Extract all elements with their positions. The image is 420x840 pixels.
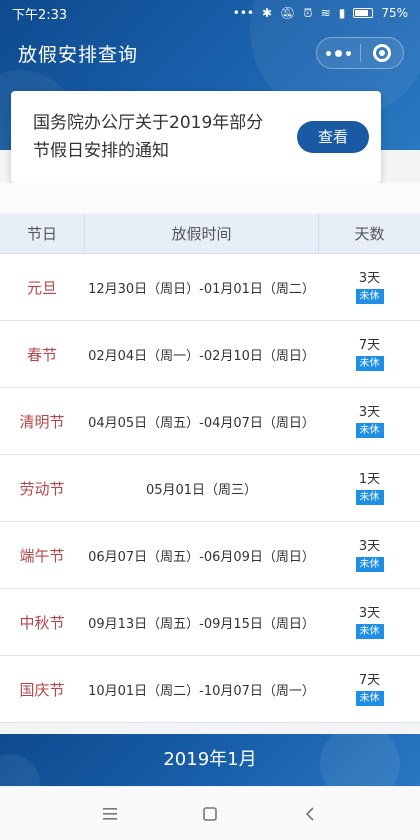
menu-button[interactable] [90, 799, 130, 829]
menu-icon [103, 807, 117, 820]
holiday-days-cell: 3天 未休 [319, 539, 420, 572]
header-period: 放假时间 [84, 213, 319, 254]
more-dot-icon [325, 50, 331, 56]
holiday-name: 劳动节 [19, 479, 65, 498]
header-days: 天数 [354, 225, 385, 243]
system-nav-bar [0, 786, 420, 840]
holiday-days: 1天 [358, 471, 381, 487]
holiday-period: 06月07日（周五）-06月09日（周日） [88, 549, 315, 565]
table-row[interactable]: 清明节 04月05日（周五）-04月07日（周日） 3天 未休 [0, 388, 420, 455]
holiday-name: 端午节 [19, 546, 65, 565]
alarm-icon: ⏰︎ [303, 5, 313, 20]
close-button[interactable] [361, 44, 404, 62]
holiday-name: 春节 [26, 345, 57, 364]
holiday-days: 3天 [358, 538, 381, 554]
holiday-days-cell: 1天 未休 [319, 472, 420, 505]
holiday-period: 05月01日（周三） [145, 482, 258, 498]
holiday-name: 国庆节 [19, 680, 65, 699]
month-banner[interactable]: 2019年1月 [0, 734, 420, 786]
holiday-days: 7天 [358, 672, 381, 688]
holiday-period: 12月30日（周日）-01月01日（周二） [88, 281, 315, 297]
battery-percent: 75% [381, 6, 408, 20]
title-bar: 放假安排查询 [0, 30, 420, 76]
notice-card: 国务院办公厅关于2019年部分 节假日安排的通知 查看 [11, 91, 381, 183]
holiday-days-cell: 3天 未休 [319, 271, 420, 304]
page-title: 放假安排查询 [18, 43, 139, 66]
wifi-icon: ≋ [320, 6, 331, 20]
back-icon [305, 806, 314, 821]
status-badge: 未休 [355, 623, 384, 639]
holiday-days: 3天 [358, 605, 381, 621]
table-row[interactable]: 国庆节 10月01日（周二）-10月07日（周一） 7天 未休 [0, 656, 420, 723]
table-header: 节日 放假时间 天数 [0, 213, 420, 254]
header-holiday: 节日 [26, 225, 57, 243]
table-row[interactable]: 端午节 06月07日（周五）-06月09日（周日） 3天 未休 [0, 522, 420, 589]
status-time: 下午2:33 [12, 7, 68, 23]
more-dot-icon [334, 49, 342, 57]
holiday-name: 中秋节 [19, 613, 65, 632]
holiday-days-cell: 7天 未休 [319, 673, 420, 706]
home-icon [203, 806, 217, 821]
holiday-table: 节日 放假时间 天数 元旦 12月30日（周日）-01月01日（周二） 3天 未… [0, 213, 420, 723]
status-badge: 未休 [355, 422, 384, 438]
notice-line-1: 国务院办公厅关于2019年部分 [33, 113, 264, 133]
status-bar: 下午2:33 ••• ✱ 🔕︎ ⏰︎ ≋ ▮ 75% [0, 0, 420, 26]
holiday-days: 7天 [358, 337, 381, 353]
holiday-days-cell: 3天 未休 [319, 606, 420, 639]
miniprogram-capsule [316, 37, 404, 69]
holiday-days-cell: 3天 未休 [319, 405, 420, 438]
mute-icon: 🔕︎ [280, 6, 296, 20]
holiday-period: 02月04日（周一）-02月10日（周日） [88, 348, 315, 364]
view-button[interactable]: 查看 [297, 121, 369, 153]
holiday-period: 09月13日（周五）-09月15日（周日） [88, 616, 315, 632]
home-button[interactable] [190, 799, 230, 829]
close-circle-icon [372, 44, 391, 62]
holiday-days: 3天 [358, 404, 381, 420]
status-badge: 未休 [355, 355, 384, 371]
table-row[interactable]: 元旦 12月30日（周日）-01月01日（周二） 3天 未休 [0, 254, 420, 321]
holiday-days: 3天 [358, 270, 381, 286]
holiday-name: 清明节 [19, 412, 65, 431]
status-badge: 未休 [355, 489, 384, 505]
table-row[interactable]: 中秋节 09月13日（周五）-09月15日（周日） 3天 未休 [0, 589, 420, 656]
holiday-days-cell: 7天 未休 [319, 338, 420, 371]
dots-icon: ••• [232, 6, 254, 20]
signal-icon: ▮ [338, 6, 346, 20]
month-label: 2019年1月 [163, 749, 257, 770]
status-badge: 未休 [355, 690, 384, 706]
status-badge: 未休 [355, 288, 384, 304]
notice-text: 国务院办公厅关于2019年部分 节假日安排的通知 [33, 109, 297, 165]
spacer-strip [0, 183, 420, 213]
holiday-period: 10月01日（周二）-10月07日（周一） [88, 683, 315, 699]
more-button[interactable] [317, 49, 360, 57]
table-row[interactable]: 劳动节 05月01日（周三） 1天 未休 [0, 455, 420, 522]
holiday-name: 元旦 [26, 278, 57, 297]
table-row[interactable]: 春节 02月04日（周一）-02月10日（周日） 7天 未休 [0, 321, 420, 388]
holiday-period: 04月05日（周五）-04月07日（周日） [88, 415, 315, 431]
more-dot-icon [345, 50, 351, 56]
bluetooth-icon: ✱ [261, 6, 273, 20]
battery-icon [353, 8, 374, 18]
back-button[interactable] [290, 799, 330, 829]
status-badge: 未休 [355, 556, 384, 572]
notice-line-2: 节假日安排的通知 [33, 141, 169, 161]
